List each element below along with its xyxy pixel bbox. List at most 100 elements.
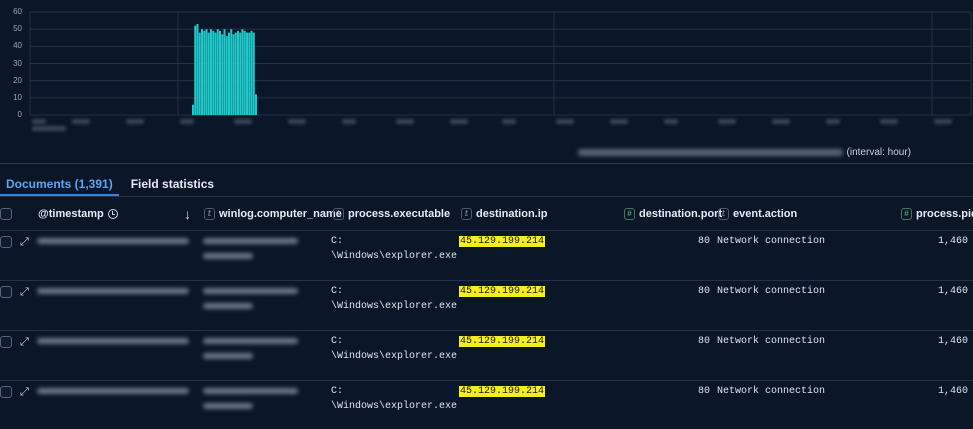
y-tick-label: 40 — [13, 41, 22, 51]
histogram-bar[interactable] — [214, 32, 217, 115]
timestamp-redacted — [37, 288, 189, 294]
text-type-icon: t — [461, 207, 472, 220]
histogram-bar[interactable] — [234, 32, 237, 115]
x-tick-label-redacted — [288, 119, 306, 124]
histogram-bar[interactable] — [201, 29, 203, 116]
histogram-bar[interactable] — [203, 30, 206, 116]
histogram-bar[interactable] — [223, 29, 226, 116]
destination-ip-value: 45.129.199.214 — [459, 386, 546, 397]
histogram-bar[interactable] — [196, 24, 199, 116]
histogram-bar[interactable] — [212, 30, 215, 116]
computer-name-redacted — [203, 238, 298, 244]
tab-field-statistics[interactable]: Field statistics — [125, 170, 220, 196]
select-all-cell — [0, 197, 12, 230]
histogram-divider — [0, 163, 973, 164]
executable-line2: \Windows\explorer.exe — [331, 351, 458, 362]
event-action-value: Network connection — [717, 336, 826, 347]
histogram-bar[interactable] — [221, 34, 224, 115]
sort-descending-icon[interactable]: ↓ — [184, 206, 191, 222]
column-header-event-action[interactable]: t event.action — [718, 197, 797, 230]
histogram-bar[interactable] — [248, 32, 251, 115]
histogram-bar[interactable] — [237, 30, 239, 116]
histogram-bar[interactable] — [205, 29, 208, 116]
destination-ip-value: 45.129.199.214 — [459, 286, 546, 297]
y-tick-label: 10 — [13, 92, 22, 102]
histogram-panel: 60 50 40 30 20 10 0 (interval: hour) — [0, 0, 973, 165]
column-header-process-pid[interactable]: # process.pid — [901, 197, 973, 230]
process-pid-value: 1,460 — [937, 386, 968, 397]
histogram-bar[interactable] — [216, 29, 219, 116]
histogram-bar[interactable] — [192, 104, 194, 115]
y-tick-label: 30 — [13, 58, 22, 68]
time-range-row: (interval: hour) — [577, 147, 911, 158]
histogram-bar[interactable] — [241, 29, 244, 116]
histogram-chart[interactable] — [0, 0, 973, 165]
tab-documents[interactable]: Documents (1,391) — [0, 170, 119, 196]
column-header-destination-port[interactable]: # destination.port — [624, 197, 722, 230]
destination-port-value: 80 — [697, 386, 710, 397]
histogram-bar[interactable] — [198, 32, 201, 115]
text-type-icon: t — [718, 207, 729, 220]
table-row[interactable]: ⤢ C: \Windows\explorer.exe 45.129.199.21… — [0, 231, 973, 281]
x-tick-label-redacted — [342, 119, 356, 124]
row-checkbox[interactable] — [0, 236, 12, 248]
row-checkbox[interactable] — [0, 286, 12, 298]
x-tick-label-redacted — [880, 119, 898, 124]
x-tick-label-redacted — [664, 119, 678, 124]
expand-icon[interactable]: ⤢ — [20, 335, 29, 349]
x-tick-label-redacted — [772, 119, 790, 124]
histogram-bar[interactable] — [228, 32, 230, 115]
table-row[interactable]: ⤢ C: \Windows\explorer.exe 45.129.199.21… — [0, 281, 973, 331]
x-tick-label-redacted — [234, 119, 252, 124]
histogram-bar[interactable] — [252, 32, 255, 115]
select-all-checkbox[interactable] — [0, 207, 12, 220]
histogram-bar[interactable] — [230, 29, 233, 116]
executable-line1: C: — [331, 386, 344, 397]
column-header-timestamp[interactable]: @timestamp — [38, 197, 118, 230]
number-type-icon: # — [901, 207, 912, 220]
executable-line2: \Windows\explorer.exe — [331, 301, 458, 312]
row-checkbox[interactable] — [0, 386, 12, 398]
x-tick-label-redacted — [718, 119, 736, 124]
column-title: @timestamp — [38, 207, 104, 220]
computer-name-redacted-line2 — [203, 253, 253, 259]
computer-name-redacted-line2 — [203, 403, 253, 409]
histogram-bar[interactable] — [239, 32, 242, 115]
column-header-destination-ip[interactable]: t destination.ip — [461, 197, 548, 230]
expand-icon[interactable]: ⤢ — [20, 235, 29, 249]
x-tick-label-redacted — [396, 119, 414, 124]
table-row[interactable]: ⤢ C: \Windows\explorer.exe 45.129.199.21… — [0, 381, 973, 429]
y-tick-label: 0 — [17, 110, 22, 119]
column-title: destination.ip — [476, 207, 548, 220]
histogram-bar[interactable] — [210, 29, 212, 116]
table-row[interactable]: ⤢ C: \Windows\explorer.exe 45.129.199.21… — [0, 331, 973, 381]
histogram-bar[interactable] — [243, 30, 246, 116]
histogram-bar[interactable] — [219, 30, 221, 116]
destination-ip-value: 45.129.199.214 — [459, 236, 546, 247]
text-type-icon: t — [204, 207, 215, 220]
timestamp-redacted — [37, 338, 189, 344]
row-checkbox[interactable] — [0, 336, 12, 348]
timestamp-redacted — [37, 238, 189, 244]
destination-port-value: 80 — [697, 286, 710, 297]
histogram-bar[interactable] — [255, 94, 257, 115]
column-title: destination.port — [639, 207, 723, 220]
histogram-bar[interactable] — [246, 32, 248, 115]
histogram-bar[interactable] — [250, 30, 253, 116]
x-tick-label-redacted — [610, 119, 628, 124]
histogram-bar[interactable] — [232, 34, 235, 115]
destination-ip-value: 45.129.199.214 — [459, 336, 546, 347]
computer-name-redacted — [203, 288, 298, 294]
column-header-executable[interactable]: t process.executable — [333, 197, 450, 230]
column-title: process.executable — [348, 207, 451, 220]
executable-line1: C: — [331, 286, 344, 297]
column-header-computer-name[interactable]: t winlog.computer_name — [204, 197, 342, 230]
histogram-bar[interactable] — [225, 36, 228, 115]
expand-icon[interactable]: ⤢ — [20, 385, 29, 399]
y-tick-label: 50 — [13, 24, 22, 34]
y-tick-label: 20 — [13, 75, 22, 85]
histogram-bar[interactable] — [194, 25, 197, 115]
histogram-bar[interactable] — [207, 32, 210, 115]
executable-line1: C: — [331, 236, 344, 247]
expand-icon[interactable]: ⤢ — [20, 285, 29, 299]
